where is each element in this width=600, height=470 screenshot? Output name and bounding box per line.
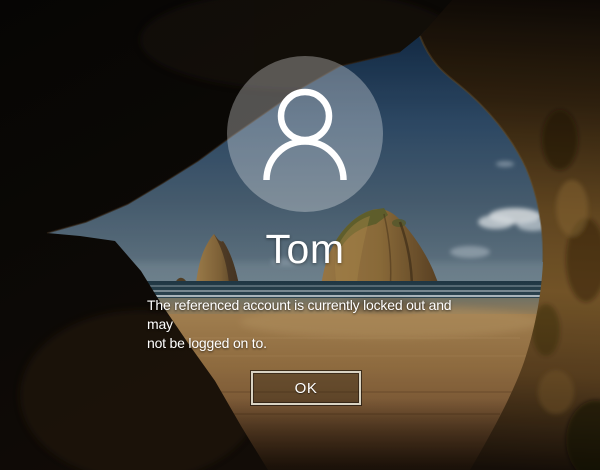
lockout-message: The referenced account is currently lock… [147,296,477,353]
ok-button[interactable]: OK [251,371,361,405]
username: Tom [266,226,345,273]
sign-in-screen: Tom The referenced account is currently … [0,0,600,470]
person-icon [227,56,383,212]
user-avatar [227,56,383,212]
lockout-message-line1: The referenced account is currently lock… [147,296,477,334]
lockout-message-line2: not be logged on to. [147,334,477,353]
